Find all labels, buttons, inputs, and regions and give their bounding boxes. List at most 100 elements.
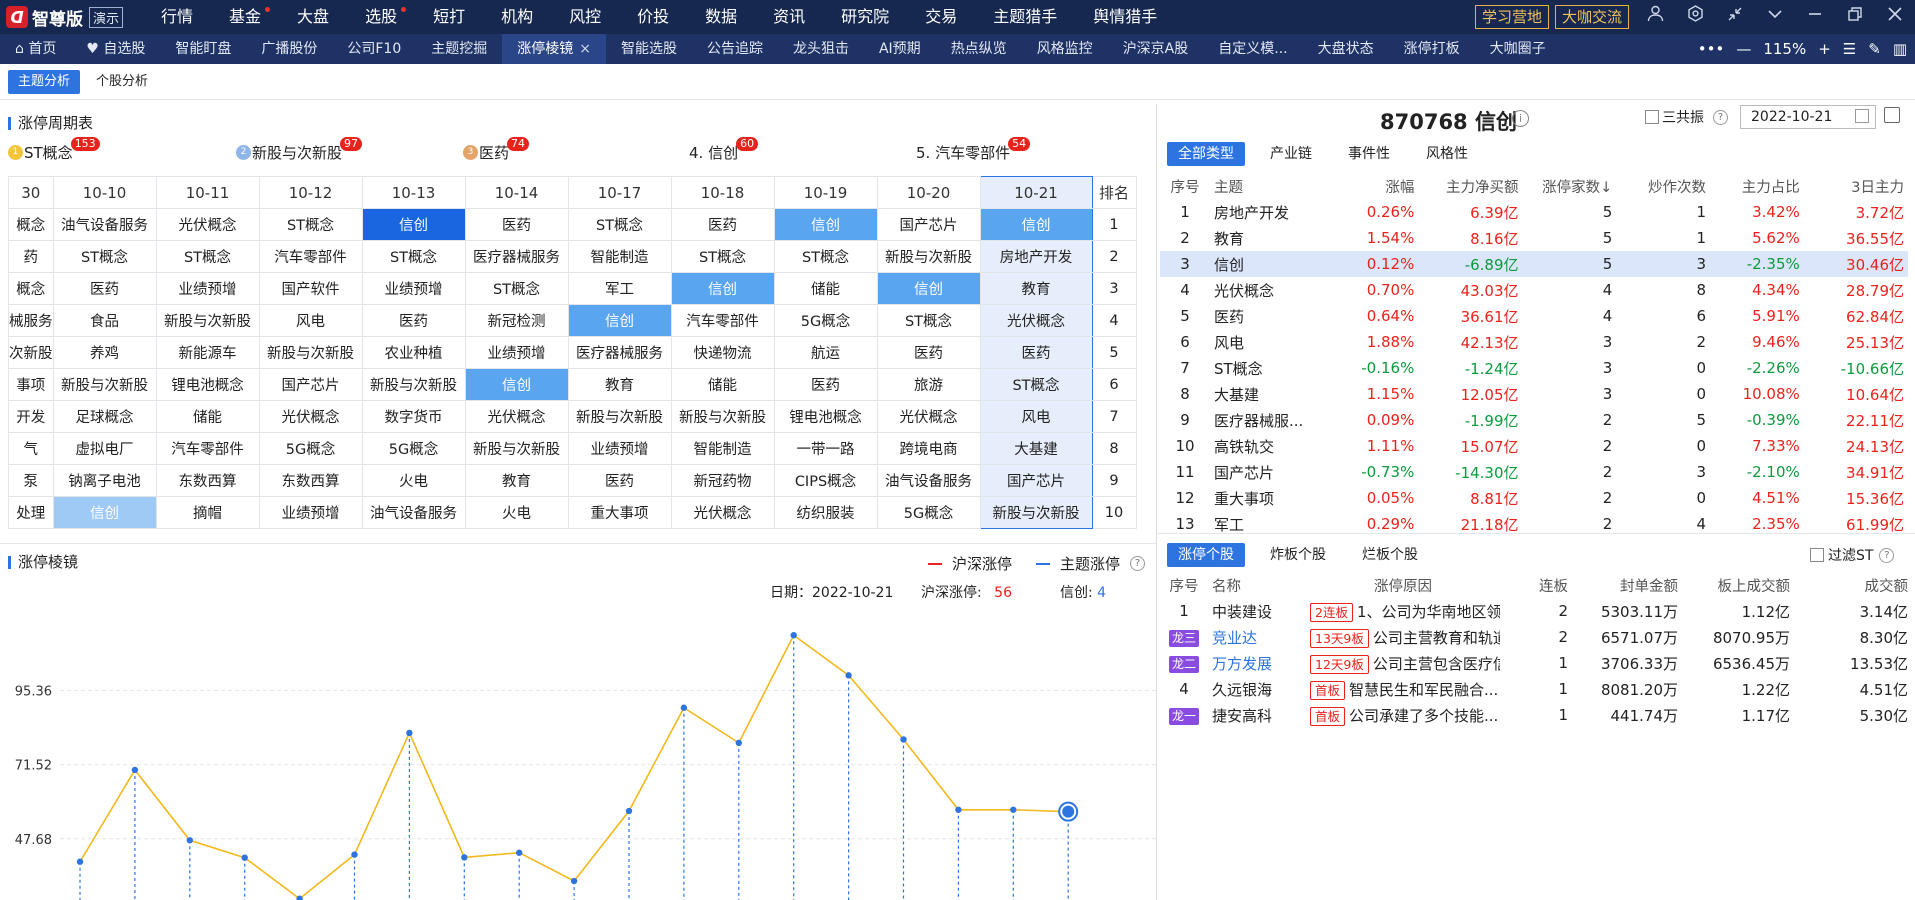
theme-cell[interactable]: 业绩预增: [464, 336, 569, 369]
column-header[interactable]: 涨幅: [1325, 173, 1419, 199]
minimize-icon[interactable]: [1795, 0, 1835, 34]
theme-cell[interactable]: 医疗器械服务: [567, 336, 672, 369]
column-header[interactable]: 炒作次数: [1616, 173, 1710, 199]
theme-row[interactable]: 10 高铁轨交 1.11% 15.07亿 2 0 7.33% 24.13亿: [1160, 433, 1908, 459]
menu-item[interactable]: 资讯: [755, 0, 823, 34]
theme-cell[interactable]: 概念: [8, 272, 54, 305]
theme-cell[interactable]: 概念: [8, 208, 54, 241]
stock-row[interactable]: 1 中装建设 2连板 1、公司为华南地区领... 2 5303.11万 1.12亿 3.14亿: [1160, 598, 1912, 624]
top-theme-3[interactable]: 3 医药 74: [463, 136, 530, 163]
theme-cell[interactable]: 医药: [464, 208, 569, 241]
theme-cell[interactable]: 储能: [670, 368, 775, 401]
shrink-icon[interactable]: [1715, 0, 1755, 34]
theme-cell[interactable]: 足球概念: [52, 400, 157, 433]
date-header[interactable]: 10-14: [464, 176, 569, 209]
theme-cell[interactable]: 国产芯片: [258, 368, 363, 401]
type-tab[interactable]: 产业链: [1259, 142, 1323, 166]
theme-cell[interactable]: 光伏概念: [876, 400, 981, 433]
theme-cell[interactable]: 大基建: [979, 432, 1093, 465]
stock-name[interactable]: 万方发展: [1208, 650, 1306, 676]
restore-icon[interactable]: [1835, 0, 1875, 34]
theme-cell[interactable]: 房地产开发: [979, 240, 1093, 273]
column-header[interactable]: 序号: [1160, 173, 1210, 199]
theme-cell[interactable]: 医疗器械服务: [464, 240, 569, 273]
theme-cell[interactable]: 国产芯片: [979, 464, 1093, 497]
data-point[interactable]: [900, 736, 907, 743]
theme-cell[interactable]: 新股与次新股: [258, 336, 363, 369]
theme-cell[interactable]: 新能源车: [155, 336, 260, 369]
theme-cell[interactable]: 处理: [8, 496, 54, 529]
theme-cell[interactable]: 智能制造: [670, 432, 775, 465]
theme-cell[interactable]: 旅游: [876, 368, 981, 401]
zoom-in-icon[interactable]: +: [1818, 40, 1831, 58]
theme-row[interactable]: 7 ST概念 -0.16% -1.24亿 3 0 -2.26% -10.66亿: [1160, 355, 1908, 381]
theme-cell[interactable]: 信创: [670, 272, 775, 305]
page-tab[interactable]: 龙头狙击: [778, 34, 864, 64]
theme-cell[interactable]: 信创: [567, 304, 672, 337]
date-picker[interactable]: 2022-10-21: [1740, 105, 1876, 129]
theme-cell[interactable]: 医药: [52, 272, 157, 305]
theme-cell[interactable]: 钠离子电池: [52, 464, 157, 497]
theme-row[interactable]: 12 重大事项 0.05% 8.81亿 2 0 4.51% 15.36亿: [1160, 485, 1908, 511]
page-tab[interactable]: 自定义模...: [1203, 34, 1302, 64]
filter-st-checkbox[interactable]: [1810, 548, 1824, 562]
date-header[interactable]: 30: [8, 176, 54, 209]
data-point[interactable]: [406, 729, 413, 737]
page-tab[interactable]: 风格监控: [1022, 34, 1108, 64]
theme-row[interactable]: 2 教育 1.54% 8.16亿 5 1 5.62% 36.55亿: [1160, 225, 1908, 251]
theme-cell[interactable]: 医药: [361, 304, 466, 337]
theme-cell[interactable]: 风电: [979, 400, 1093, 433]
theme-cell[interactable]: 数字货币: [361, 400, 466, 433]
menu-item[interactable]: 数据: [687, 0, 755, 34]
help-icon[interactable]: ?: [1130, 556, 1146, 571]
page-tab[interactable]: ♥ 自选股: [71, 34, 160, 64]
theme-cell[interactable]: 新冠检测: [464, 304, 569, 337]
type-tab[interactable]: 风格性: [1415, 142, 1479, 166]
theme-cell[interactable]: 食品: [52, 304, 157, 337]
theme-cell[interactable]: 锂电池概念: [155, 368, 260, 401]
column-header[interactable]: 封单金额: [1572, 572, 1682, 598]
data-point[interactable]: [790, 632, 797, 639]
theme-cell[interactable]: 5G概念: [876, 496, 981, 529]
theme-cell[interactable]: 信创: [979, 208, 1093, 241]
stock-row[interactable]: 龙三竞业达13天9板公司主营教育和轨道... 2 6571.07万 8070.95万 8…: [1160, 624, 1912, 650]
theme-cell[interactable]: 重大事项: [567, 496, 672, 529]
menu-item[interactable]: 主题猎手: [975, 0, 1075, 34]
subtab-stock-analysis[interactable]: 个股分析: [86, 70, 158, 94]
date-header[interactable]: 10-19: [773, 176, 878, 209]
theme-cell[interactable]: 业绩预增: [361, 272, 466, 305]
theme-cell[interactable]: ST概念: [155, 240, 260, 273]
theme-cell[interactable]: 5G概念: [361, 432, 466, 465]
theme-cell[interactable]: ST概念: [876, 304, 981, 337]
theme-cell[interactable]: 信创: [52, 496, 157, 529]
theme-cell[interactable]: 汽车零部件: [670, 304, 775, 337]
chevron-down-icon[interactable]: [1755, 0, 1795, 34]
menu-item[interactable]: 基金: [211, 0, 279, 34]
theme-cell[interactable]: 一带一路: [773, 432, 878, 465]
theme-cell[interactable]: 储能: [773, 272, 878, 305]
date-header[interactable]: 10-20: [876, 176, 981, 209]
menu-item[interactable]: 机构: [483, 0, 551, 34]
column-header[interactable]: 3日主力: [1804, 173, 1908, 199]
data-point[interactable]: [131, 766, 139, 774]
theme-cell[interactable]: 医药: [979, 336, 1093, 369]
theme-cell[interactable]: 国产软件: [258, 272, 363, 305]
theme-cell[interactable]: 快递物流: [670, 336, 775, 369]
theme-cell[interactable]: 新股与次新股: [361, 368, 466, 401]
theme-row[interactable]: 4 光伏概念 0.70% 43.03亿 4 8 4.34% 28.79亿: [1160, 277, 1908, 303]
column-header[interactable]: 成交额: [1794, 572, 1912, 598]
theme-cell[interactable]: 5G概念: [773, 304, 878, 337]
stock-row[interactable]: 4 久远银海 首板 智慧民生和军民融合... 1 8081.20万 1.22亿 4.51亿: [1160, 676, 1912, 702]
theme-cell[interactable]: 火电: [464, 496, 569, 529]
help-icon[interactable]: ?: [1713, 109, 1728, 125]
theme-cell[interactable]: 教育: [567, 368, 672, 401]
theme-cell[interactable]: 国产芯片: [876, 208, 981, 241]
data-point[interactable]: [735, 739, 742, 747]
subtab-theme-analysis[interactable]: 主题分析: [8, 69, 81, 94]
column-header[interactable]: 序号: [1160, 572, 1208, 598]
theme-cell[interactable]: 锂电池概念: [773, 400, 878, 433]
theme-cell[interactable]: 油气设备服务: [876, 464, 981, 497]
theme-cell[interactable]: ST概念: [361, 240, 466, 273]
edit-icon[interactable]: ✎: [1868, 40, 1881, 58]
theme-cell[interactable]: 医药: [773, 368, 878, 401]
